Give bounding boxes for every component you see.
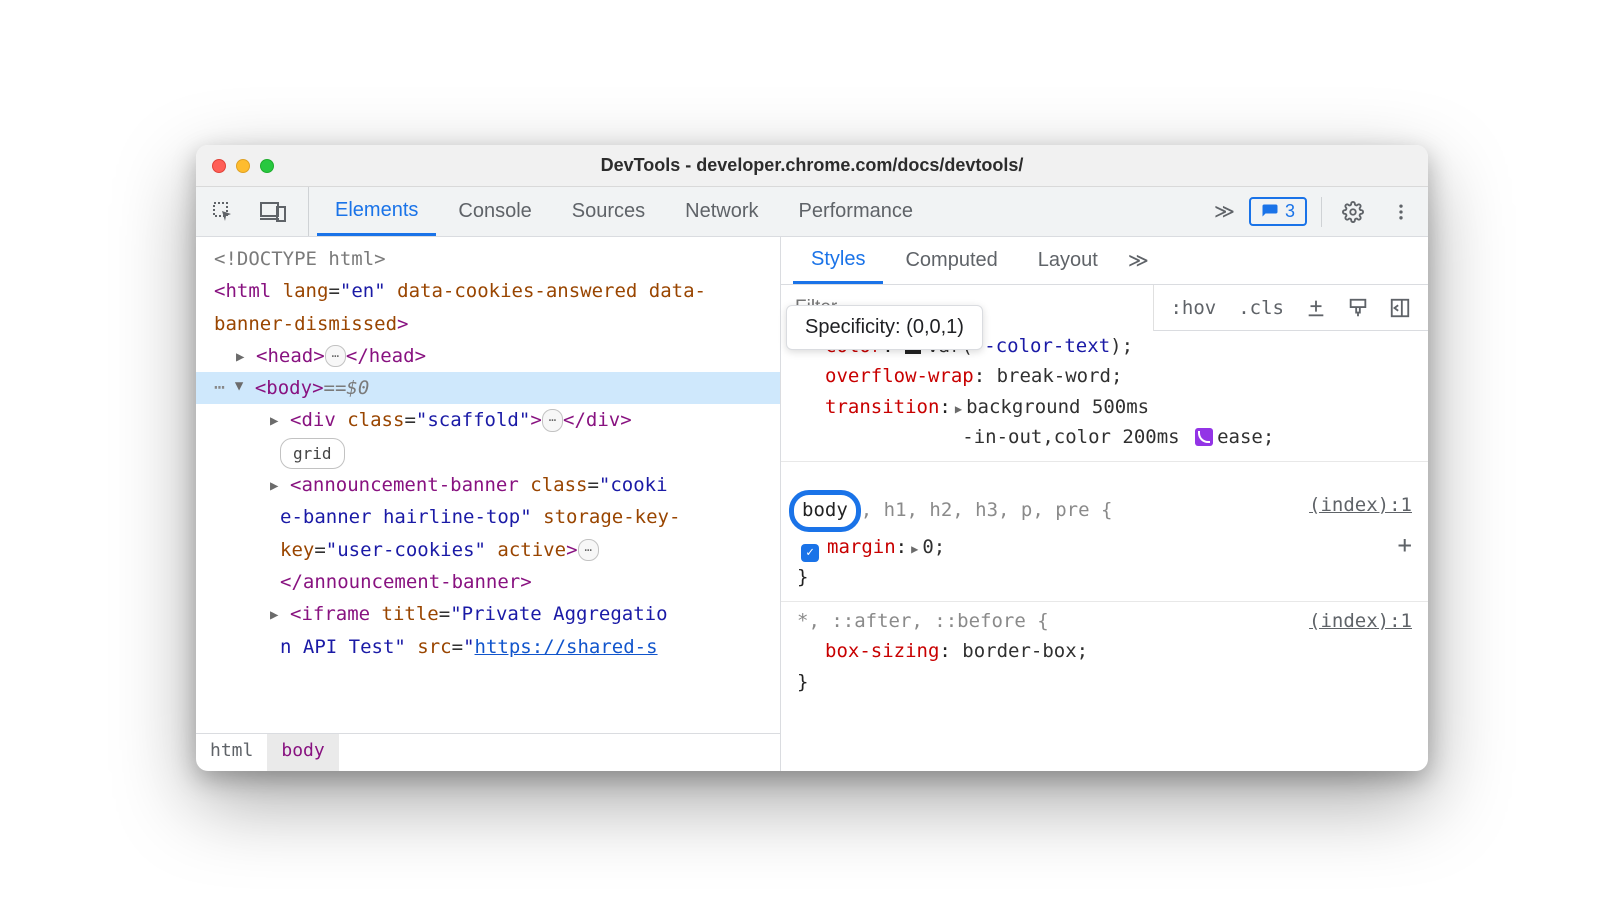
new-rule-icon[interactable]	[1300, 292, 1332, 324]
banner-close: </announcement-banner>	[214, 566, 780, 598]
panel-tabs: Elements Console Sources Network Perform…	[317, 187, 1206, 236]
issues-icon	[1261, 203, 1279, 221]
banner-node[interactable]: ▶<announcement-banner class="cooki	[214, 469, 780, 501]
hov-toggle[interactable]: :hov	[1164, 297, 1222, 319]
computed-panel-icon[interactable]	[1384, 292, 1416, 324]
paintbrush-icon[interactable]	[1342, 292, 1374, 324]
doctype: <!DOCTYPE html>	[214, 243, 780, 275]
head-node[interactable]: ▶<head>⋯</head>	[214, 340, 780, 372]
zoom-window-button[interactable]	[260, 159, 274, 173]
tab-console[interactable]: Console	[440, 187, 549, 236]
dom-tree[interactable]: <!DOCTYPE html> <html lang="en" data-coo…	[196, 237, 780, 733]
grid-badge[interactable]: grid	[214, 437, 780, 469]
add-prop-icon[interactable]: +	[1398, 526, 1412, 564]
prop-checkbox[interactable]: ✓	[801, 544, 819, 562]
tab-styles[interactable]: Styles	[793, 237, 883, 284]
tab-network[interactable]: Network	[667, 187, 776, 236]
tab-layout[interactable]: Layout	[1020, 237, 1116, 284]
close-window-button[interactable]	[212, 159, 226, 173]
main-toolbar: Elements Console Sources Network Perform…	[196, 187, 1428, 237]
banner-node-l3: key="user-cookies" active>⋯	[214, 534, 780, 566]
inspect-icon[interactable]	[206, 195, 240, 229]
sidebar-tabs: Styles Computed Layout ≫	[781, 237, 1428, 285]
crumb-body[interactable]: body	[267, 734, 338, 771]
highlighted-selector: body	[789, 490, 861, 532]
device-toggle-icon[interactable]	[256, 195, 290, 229]
window-controls	[212, 159, 274, 173]
scaffold-node[interactable]: ▶<div class="scaffold">⋯</div>	[214, 404, 780, 436]
html-open[interactable]: <html lang="en" data-cookies-answered da…	[214, 275, 780, 340]
iframe-node[interactable]: ▶<iframe title="Private Aggregatio	[214, 598, 780, 630]
gear-icon[interactable]	[1336, 195, 1370, 229]
breadcrumb: html body	[196, 733, 780, 771]
tab-sources[interactable]: Sources	[554, 187, 663, 236]
banner-node-l2: e-banner hairline-top" storage-key-	[214, 501, 780, 533]
source-link[interactable]: (index):1	[1309, 606, 1412, 636]
iframe-node-l2: n API Test" src="https://shared-s	[214, 631, 780, 663]
rule-body-margin[interactable]: (index):1 body, h1, h2, h3, p, pre { ✓ma…	[781, 462, 1428, 602]
more-icon[interactable]: ⋯	[214, 373, 227, 404]
tab-performance[interactable]: Performance	[781, 187, 932, 236]
issues-button[interactable]: 3	[1249, 197, 1307, 226]
cls-toggle[interactable]: .cls	[1232, 297, 1290, 319]
rule-universal[interactable]: (index):1 *, ::after, ::before { box-siz…	[781, 602, 1428, 705]
elements-pane: <!DOCTYPE html> <html lang="en" data-coo…	[196, 237, 781, 771]
rule-inherited[interactable]: color: var(--color-text); overflow-wrap:…	[781, 331, 1428, 462]
window-title: DevTools - developer.chrome.com/docs/dev…	[196, 155, 1428, 176]
source-link[interactable]: (index):1	[1309, 490, 1412, 520]
crumb-html[interactable]: html	[196, 734, 267, 771]
body-node-selected[interactable]: ⋯ ▼<body> == $0	[196, 372, 780, 404]
styles-list: color: var(--color-text); overflow-wrap:…	[781, 331, 1428, 771]
ellipsis-icon[interactable]: ⋯	[578, 539, 599, 561]
tabs-overflow-icon[interactable]: ≫	[1214, 199, 1235, 224]
kebab-icon[interactable]	[1384, 195, 1418, 229]
devtools-window: DevTools - developer.chrome.com/docs/dev…	[196, 145, 1428, 771]
tab-elements[interactable]: Elements	[317, 187, 436, 236]
divider	[1321, 197, 1322, 227]
ellipsis-icon[interactable]: ⋯	[325, 345, 346, 367]
minimize-window-button[interactable]	[236, 159, 250, 173]
specificity-tooltip: Specificity: (0,0,1)	[786, 305, 983, 350]
ellipsis-icon[interactable]: ⋯	[542, 409, 563, 431]
easing-icon[interactable]	[1195, 428, 1213, 446]
issues-count: 3	[1285, 201, 1295, 222]
tab-computed[interactable]: Computed	[887, 237, 1015, 284]
sidebar-overflow-icon[interactable]: ≫	[1120, 237, 1157, 284]
titlebar: DevTools - developer.chrome.com/docs/dev…	[196, 145, 1428, 187]
